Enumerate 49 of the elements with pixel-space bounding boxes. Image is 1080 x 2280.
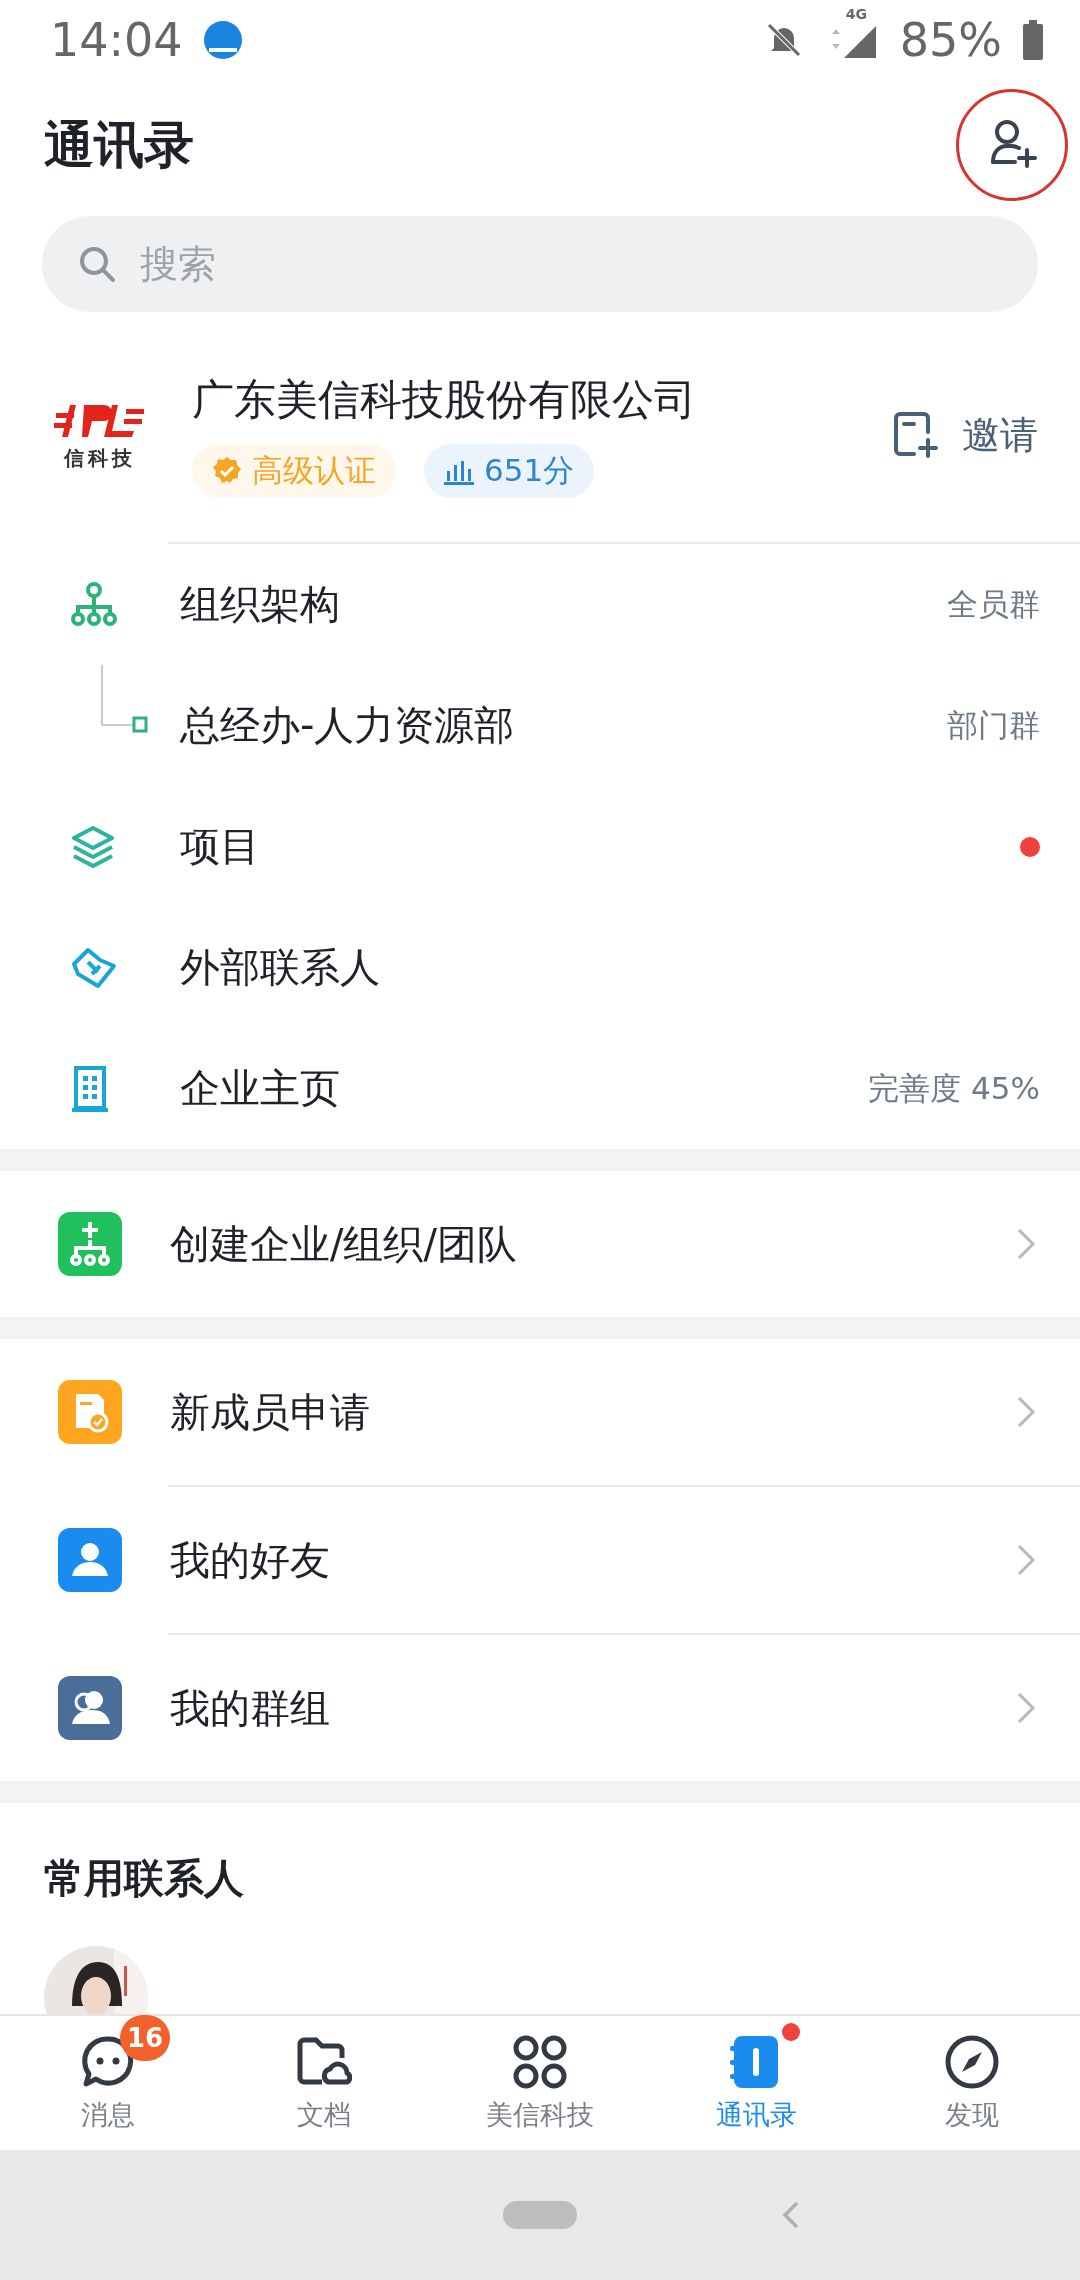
add-document-icon bbox=[892, 410, 940, 460]
chevron-icon bbox=[1016, 1543, 1036, 1577]
verified-icon bbox=[212, 456, 242, 486]
home-handle[interactable] bbox=[503, 2201, 577, 2229]
list-item[interactable]: 项目 bbox=[0, 786, 1080, 907]
application-icon bbox=[58, 1380, 122, 1444]
clock: 14:04 bbox=[50, 13, 183, 67]
menu-item[interactable]: 我的好友 bbox=[0, 1487, 1080, 1633]
score-badge: 651分 bbox=[424, 444, 595, 498]
menu-item[interactable]: 我的群组 bbox=[0, 1635, 1080, 1781]
org-chart-icon bbox=[70, 581, 118, 628]
chevron-icon bbox=[1016, 1691, 1036, 1725]
unread-count-badge: 16 bbox=[120, 2015, 170, 2061]
layers-icon bbox=[70, 823, 116, 870]
tab[interactable]: 16 消息 bbox=[0, 2016, 216, 2150]
list-item[interactable]: 总经办-人力资源部 部门群 bbox=[0, 665, 1080, 786]
network-type: 4G bbox=[845, 6, 867, 22]
notification-icon bbox=[202, 20, 243, 60]
list-item[interactable]: 组织架构 全员群 bbox=[0, 544, 1080, 665]
person-icon bbox=[58, 1528, 122, 1592]
chevron-icon bbox=[1016, 1395, 1036, 1429]
building-icon bbox=[70, 1064, 110, 1113]
org-chart-icon bbox=[58, 1212, 122, 1276]
list-item[interactable]: 企业主页 完善度 45% bbox=[0, 1028, 1080, 1149]
certified-badge: 高级认证 bbox=[192, 444, 396, 498]
tab[interactable]: 美信科技 bbox=[432, 2016, 648, 2150]
section-title: 常用联系人 bbox=[43, 1854, 245, 1903]
company-name: 广东美信科技股份有限公司 bbox=[192, 374, 697, 426]
logo-text: 信科技 bbox=[64, 444, 136, 472]
list-item[interactable]: 外部联系人 bbox=[0, 907, 1080, 1028]
create-organization-item[interactable]: 创建企业/组织/团队 bbox=[0, 1171, 1080, 1317]
tab[interactable]: 文档 bbox=[216, 2016, 432, 2150]
item-note: 部门群 bbox=[947, 705, 1040, 745]
group-icon bbox=[58, 1676, 122, 1740]
chevron-icon bbox=[1016, 1227, 1036, 1261]
four-petals-icon[interactable] bbox=[512, 2034, 568, 2090]
compass-icon[interactable] bbox=[944, 2034, 1000, 2090]
tab[interactable]: 发现 bbox=[864, 2016, 1080, 2150]
battery-icon bbox=[1022, 20, 1044, 60]
item-note: 完善度 45% bbox=[868, 1068, 1040, 1108]
menu-item[interactable]: 新成员申请 bbox=[0, 1339, 1080, 1485]
battery-level: 85% bbox=[899, 13, 1002, 67]
search-icon bbox=[78, 245, 116, 283]
invite-button[interactable]: 邀请 bbox=[892, 409, 1038, 461]
cloud-folder-icon[interactable] bbox=[296, 2036, 352, 2088]
item-note: 全员群 bbox=[947, 584, 1040, 624]
add-contact-button[interactable] bbox=[956, 89, 1068, 201]
search-field[interactable]: 搜索 bbox=[42, 216, 1038, 312]
page-title: 通讯录 bbox=[44, 114, 194, 176]
